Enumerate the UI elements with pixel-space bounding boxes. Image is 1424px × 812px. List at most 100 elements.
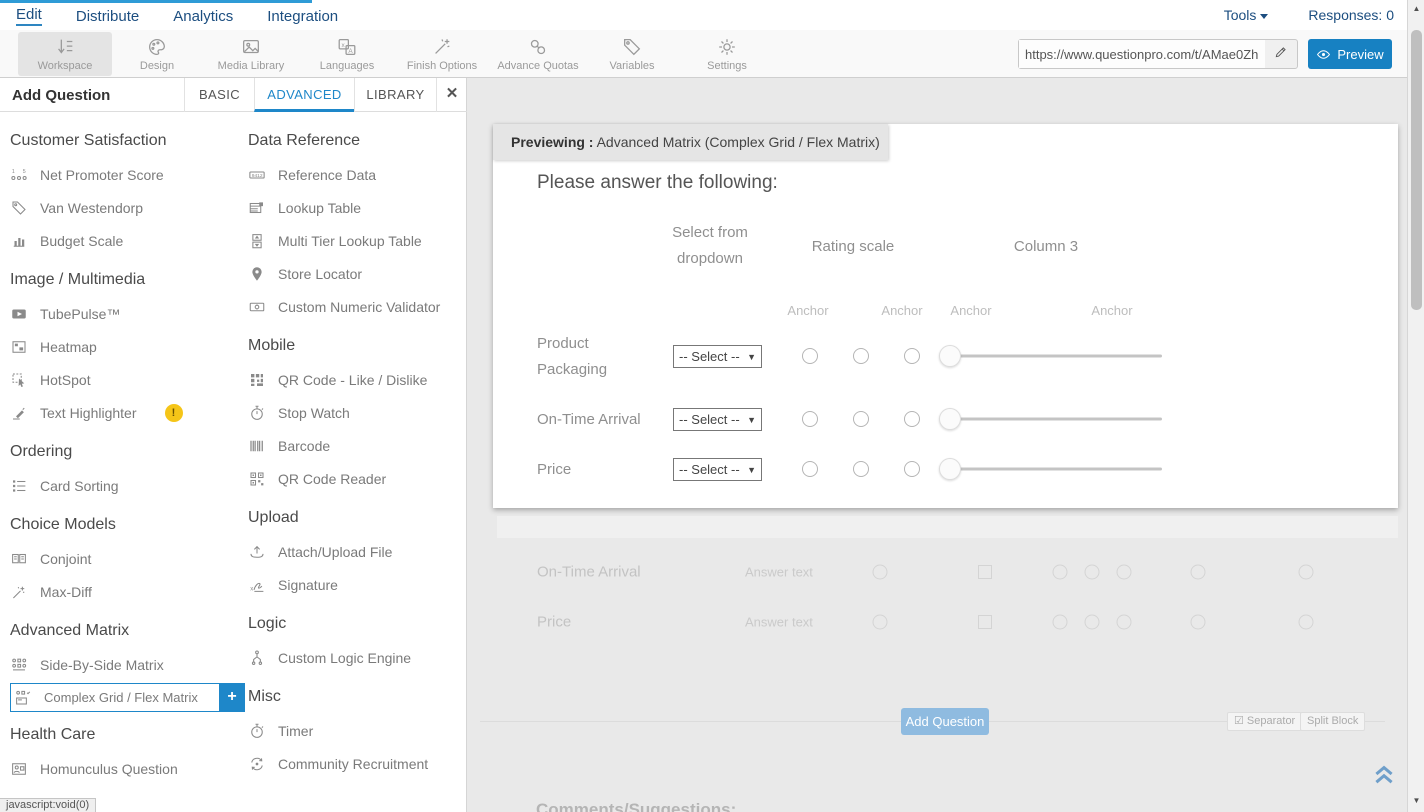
section-title: Advanced Matrix: [10, 622, 240, 642]
item-label: Card Sorting: [40, 478, 119, 494]
section-title: Upload: [248, 509, 463, 529]
add-question-button[interactable]: Add Question: [901, 708, 989, 735]
slider-handle[interactable]: [939, 408, 961, 430]
question-type-multi-tier-lookup-table[interactable]: Multi Tier Lookup Table: [248, 224, 463, 257]
nav-item-integration[interactable]: Integration: [267, 6, 338, 25]
scrollbar-up-arrow[interactable]: ▲: [1408, 4, 1424, 13]
maxdiff-icon: [10, 583, 28, 601]
multi-tier-icon: [248, 232, 266, 250]
question-type-max-diff[interactable]: Max-Diff: [10, 575, 240, 608]
edit-url-button[interactable]: [1265, 45, 1297, 64]
question-type-community-recruitment[interactable]: Community Recruitment: [248, 747, 463, 780]
tab-library[interactable]: LIBRARY: [354, 78, 436, 112]
slider-track[interactable]: [940, 468, 1162, 471]
scroll-to-top-button[interactable]: [1370, 760, 1398, 788]
question-type-heatmap[interactable]: Heatmap: [10, 330, 240, 363]
dropdown-select[interactable]: -- Select --▼: [673, 458, 762, 481]
rating-radio[interactable]: [853, 461, 869, 477]
toolbar-item-media-library[interactable]: Media Library: [204, 32, 298, 76]
question-type-barcode[interactable]: Barcode: [248, 429, 463, 462]
responses-count[interactable]: Responses: 0: [1308, 7, 1394, 23]
background-radio: [1299, 565, 1314, 580]
toolbar-item-design[interactable]: Design: [110, 32, 204, 76]
question-type-qr-code-like-dislike[interactable]: QR Code - Like / Dislike: [248, 363, 463, 396]
rating-radio[interactable]: [904, 461, 920, 477]
question-type-hotspot[interactable]: HotSpot: [10, 363, 240, 396]
question-type-stop-watch[interactable]: Stop Watch: [248, 396, 463, 429]
dropdown-select[interactable]: -- Select --▼: [673, 408, 762, 431]
section-title: Ordering: [10, 443, 240, 463]
question-type-complex-grid-flex-matrix[interactable]: Complex Grid / Flex Matrix+: [10, 683, 220, 712]
question-type-text-highlighter[interactable]: Text Highlighter!: [10, 396, 240, 429]
add-question-type-button[interactable]: +: [219, 683, 245, 712]
item-label: Text Highlighter: [40, 405, 137, 421]
question-type-lookup-table[interactable]: Lookup Table: [248, 191, 463, 224]
question-type-van-westendorp[interactable]: Van Westendorp: [10, 191, 240, 224]
separator-toggle-button[interactable]: ☑ Separator: [1227, 712, 1302, 731]
rating-radio[interactable]: [802, 461, 818, 477]
toolbar-label: Languages: [320, 60, 374, 72]
close-icon[interactable]: ✕: [436, 78, 467, 112]
question-type-signature[interactable]: Signature: [248, 568, 463, 601]
question-type-conjoint[interactable]: Conjoint: [10, 542, 240, 575]
toolbar-item-variables[interactable]: Variables: [585, 32, 679, 76]
slider-handle[interactable]: [939, 458, 961, 480]
upload-icon: [248, 543, 266, 561]
scrollbar-down-arrow[interactable]: ▼: [1408, 796, 1424, 805]
question-type-side-by-side-matrix[interactable]: Side-By-Side Matrix: [10, 648, 240, 681]
background-radio: [1053, 615, 1068, 630]
tab-basic[interactable]: BASIC: [184, 78, 254, 112]
rating-radio[interactable]: [904, 348, 920, 364]
question-type-custom-numeric-validator[interactable]: Custom Numeric Validator: [248, 290, 463, 323]
slider-track[interactable]: [940, 418, 1162, 421]
background-checkbox: [978, 615, 992, 629]
question-type-store-locator[interactable]: Store Locator: [248, 257, 463, 290]
preview-button[interactable]: Preview: [1308, 39, 1392, 69]
split-block-button[interactable]: Split Block: [1300, 712, 1365, 731]
question-type-net-promoter-score[interactable]: Net Promoter Score: [10, 158, 240, 191]
question-type-homunculus[interactable]: Homunculus Question: [10, 752, 240, 785]
vertical-scrollbar[interactable]: ▲ ▼: [1407, 0, 1424, 812]
toolbar-item-languages[interactable]: Languages: [300, 32, 394, 76]
slider-track[interactable]: [940, 355, 1162, 358]
toolbar-item-finish-options[interactable]: Finish Options: [395, 32, 489, 76]
previewing-label: Previewing :: [511, 134, 593, 150]
survey-url-input[interactable]: [1019, 40, 1265, 68]
rating-radio[interactable]: [802, 411, 818, 427]
question-type-timer[interactable]: Timer: [248, 714, 463, 747]
background-radio: [873, 565, 888, 580]
question-type-tubepulse[interactable]: TubePulse™: [10, 297, 240, 330]
slider-handle[interactable]: [939, 345, 961, 367]
item-label: Budget Scale: [40, 233, 123, 249]
question-type-attach-upload-file[interactable]: Attach/Upload File: [248, 535, 463, 568]
scrollbar-thumb[interactable]: [1411, 30, 1422, 310]
question-type-qr-code-reader[interactable]: QR Code Reader: [248, 462, 463, 495]
nav-item-edit[interactable]: Edit: [16, 4, 42, 26]
toolbar-item-advance-quotas[interactable]: Advance Quotas: [491, 32, 585, 76]
tools-dropdown[interactable]: Tools: [1224, 7, 1269, 23]
new-badge: !: [165, 404, 183, 422]
bar-chart-icon: [10, 232, 28, 250]
qr-reader-icon: [248, 470, 266, 488]
panel-title: Add Question: [12, 87, 110, 104]
toolbar-item-workspace[interactable]: Workspace: [18, 32, 112, 76]
question-type-budget-scale[interactable]: Budget Scale: [10, 224, 240, 257]
question-type-card-sorting[interactable]: Card Sorting: [10, 469, 240, 502]
background-radio: [1117, 615, 1132, 630]
question-type-reference-data[interactable]: Reference Data: [248, 158, 463, 191]
toolbar-item-settings[interactable]: Settings: [680, 32, 774, 76]
rating-radio[interactable]: [853, 348, 869, 364]
nav-item-distribute[interactable]: Distribute: [76, 6, 139, 25]
background-row-label: On-Time Arrival: [537, 564, 641, 581]
anchor-label: Anchor: [787, 303, 828, 318]
rating-radio[interactable]: [904, 411, 920, 427]
question-type-custom-logic-engine[interactable]: Custom Logic Engine: [248, 641, 463, 674]
chevron-down-icon: ▼: [747, 465, 756, 475]
preview-card: Previewing : Advanced Matrix (Complex Gr…: [493, 124, 1398, 508]
top-navigation: Edit Distribute Analytics Integration To…: [0, 0, 1424, 30]
rating-radio[interactable]: [802, 348, 818, 364]
nav-item-analytics[interactable]: Analytics: [173, 6, 233, 25]
rating-radio[interactable]: [853, 411, 869, 427]
dropdown-select[interactable]: -- Select --▼: [673, 345, 762, 368]
tab-advanced[interactable]: ADVANCED: [254, 78, 354, 112]
